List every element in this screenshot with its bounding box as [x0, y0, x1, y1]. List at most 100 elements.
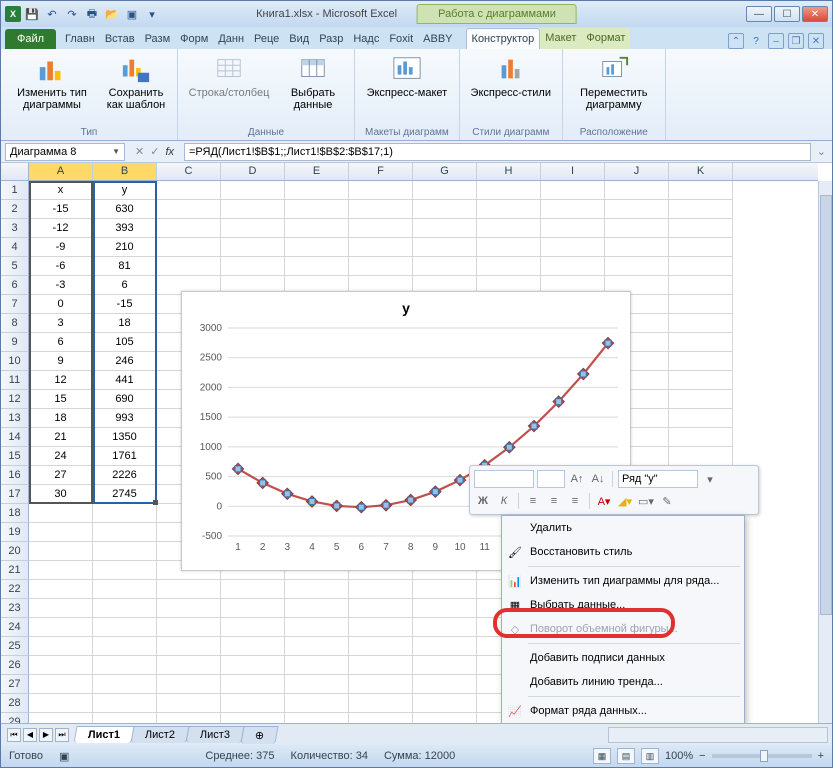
- cell[interactable]: -15: [29, 200, 93, 219]
- first-sheet-icon[interactable]: ⏮: [7, 728, 21, 742]
- fx-expand-icon[interactable]: ⌄: [811, 145, 832, 158]
- cell[interactable]: [413, 580, 477, 599]
- cell[interactable]: [285, 656, 349, 675]
- cell[interactable]: [221, 713, 285, 723]
- cell[interactable]: [349, 219, 413, 238]
- accept-fx-icon[interactable]: ✓: [150, 145, 159, 158]
- zoom-out-button[interactable]: −: [699, 750, 705, 762]
- cell[interactable]: [285, 580, 349, 599]
- next-sheet-icon[interactable]: ▶: [39, 728, 53, 742]
- cell[interactable]: [285, 618, 349, 637]
- cell[interactable]: 18: [93, 314, 157, 333]
- cell[interactable]: [221, 675, 285, 694]
- row-header[interactable]: 20: [1, 542, 29, 561]
- cell[interactable]: 3: [29, 314, 93, 333]
- cell[interactable]: 6: [93, 276, 157, 295]
- cell[interactable]: -6: [29, 257, 93, 276]
- close-button[interactable]: ✕: [802, 6, 828, 22]
- cell[interactable]: [285, 257, 349, 276]
- column-header[interactable]: F: [349, 163, 413, 180]
- cell[interactable]: [157, 181, 221, 200]
- cell[interactable]: 690: [93, 390, 157, 409]
- font-name-input[interactable]: [474, 470, 534, 488]
- cell[interactable]: [413, 656, 477, 675]
- cell[interactable]: [29, 542, 93, 561]
- cell[interactable]: [93, 599, 157, 618]
- cell[interactable]: 210: [93, 238, 157, 257]
- cell[interactable]: 393: [93, 219, 157, 238]
- row-header[interactable]: 6: [1, 276, 29, 295]
- cell[interactable]: [541, 181, 605, 200]
- express-styles-button[interactable]: Экспресс-стили: [470, 53, 552, 99]
- row-header[interactable]: 13: [1, 409, 29, 428]
- align-left-icon[interactable]: ≡: [524, 492, 542, 510]
- cell[interactable]: [669, 371, 733, 390]
- cell[interactable]: [157, 713, 221, 723]
- tab-addins[interactable]: Надс: [348, 29, 384, 49]
- tab-chart-layout[interactable]: Макет: [540, 28, 581, 49]
- cell[interactable]: [285, 219, 349, 238]
- cell[interactable]: [413, 219, 477, 238]
- view-normal-icon[interactable]: ▦: [593, 748, 611, 764]
- cell[interactable]: [349, 200, 413, 219]
- row-header[interactable]: 14: [1, 428, 29, 447]
- fill-handle[interactable]: [153, 500, 158, 505]
- cell[interactable]: [221, 200, 285, 219]
- row-header[interactable]: 5: [1, 257, 29, 276]
- tab-home[interactable]: Главн: [60, 29, 100, 49]
- minimize-button[interactable]: —: [746, 6, 772, 22]
- row-header[interactable]: 7: [1, 295, 29, 314]
- row-header[interactable]: 28: [1, 694, 29, 713]
- cell[interactable]: [29, 523, 93, 542]
- cell[interactable]: [157, 618, 221, 637]
- cell[interactable]: 993: [93, 409, 157, 428]
- cell[interactable]: 27: [29, 466, 93, 485]
- select-all-corner[interactable]: [1, 163, 29, 180]
- menu-format-series[interactable]: 📈Формат ряда данных...: [502, 699, 744, 723]
- row-header[interactable]: 19: [1, 523, 29, 542]
- view-pagebreak-icon[interactable]: ▥: [641, 748, 659, 764]
- tab-pagelayout[interactable]: Разм: [140, 29, 176, 49]
- column-header[interactable]: J: [605, 163, 669, 180]
- cell[interactable]: [541, 257, 605, 276]
- cell[interactable]: [157, 637, 221, 656]
- column-header[interactable]: C: [157, 163, 221, 180]
- cell[interactable]: [157, 599, 221, 618]
- chevron-down-icon[interactable]: ▾: [701, 470, 719, 488]
- cell[interactable]: [29, 561, 93, 580]
- cell[interactable]: [29, 504, 93, 523]
- row-header[interactable]: 17: [1, 485, 29, 504]
- cell[interactable]: [541, 238, 605, 257]
- cell[interactable]: [349, 656, 413, 675]
- column-header[interactable]: D: [221, 163, 285, 180]
- row-header[interactable]: 29: [1, 713, 29, 723]
- tab-abby[interactable]: ABBY: [418, 29, 457, 49]
- cell[interactable]: [221, 181, 285, 200]
- tab-review[interactable]: Реце: [249, 29, 284, 49]
- column-header[interactable]: G: [413, 163, 477, 180]
- cell[interactable]: [285, 694, 349, 713]
- cell[interactable]: [413, 713, 477, 723]
- cell[interactable]: x: [29, 181, 93, 200]
- redo-icon[interactable]: ↷: [63, 5, 81, 23]
- express-layout-button[interactable]: Экспресс-макет: [366, 53, 448, 99]
- cell[interactable]: [157, 675, 221, 694]
- cell[interactable]: [477, 200, 541, 219]
- cell[interactable]: 24: [29, 447, 93, 466]
- cell[interactable]: [605, 181, 669, 200]
- cell[interactable]: 6: [29, 333, 93, 352]
- cell[interactable]: [221, 238, 285, 257]
- cell[interactable]: [349, 181, 413, 200]
- last-sheet-icon[interactable]: ⏭: [55, 728, 69, 742]
- cell[interactable]: 15: [29, 390, 93, 409]
- save-icon[interactable]: 💾: [23, 5, 41, 23]
- menu-add-labels[interactable]: Добавить подписи данных: [502, 646, 744, 670]
- cell[interactable]: [29, 599, 93, 618]
- cell[interactable]: -12: [29, 219, 93, 238]
- cell[interactable]: -3: [29, 276, 93, 295]
- italic-icon[interactable]: К: [495, 492, 513, 510]
- cell[interactable]: [349, 599, 413, 618]
- cell[interactable]: [669, 181, 733, 200]
- row-header[interactable]: 23: [1, 599, 29, 618]
- cell[interactable]: [413, 599, 477, 618]
